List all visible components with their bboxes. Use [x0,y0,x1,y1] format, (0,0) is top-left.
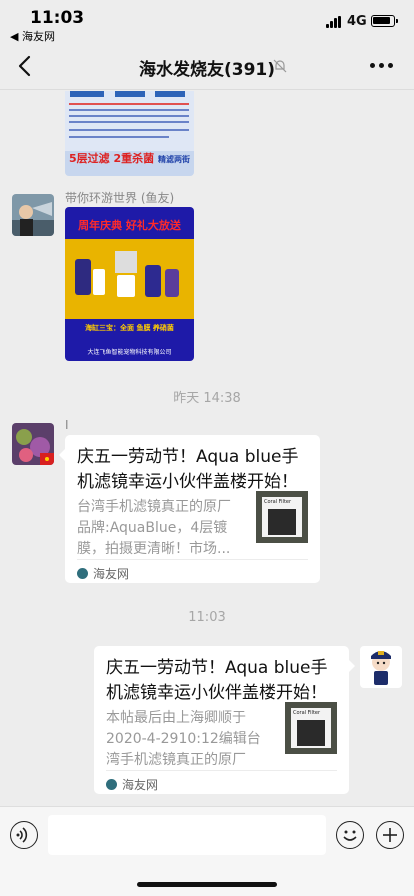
link-card[interactable]: 庆五一劳动节！Aqua blue手机滤镜幸运小伙伴盖楼开始！ 本帖最后由上海卿顺… [94,646,355,794]
timestamp: 11:03 [188,610,226,625]
poster-headline: 周年庆典 好礼大放送 [78,219,181,232]
poster-company: 大连飞鱼智能宠物科技有限公司 [87,349,172,356]
home-indicator [137,882,277,887]
link-card-source: 海友网 [106,776,158,793]
sender-name: I [65,418,69,432]
timestamp: 昨天 14:38 [173,391,241,406]
link-card-description: 台湾手机滤镜真正的原厂品牌:AquaBlue，4层镀膜，拍摄更清晰！市场... [77,499,231,557]
message-input[interactable] [48,815,326,855]
voice-input-icon[interactable] [10,821,38,849]
link-card-title: 庆五一劳动节！Aqua blue手机滤镜幸运小伙伴盖楼开始！ [77,447,299,492]
link-card[interactable]: 庆五一劳动节！Aqua blue手机滤镜幸运小伙伴盖楼开始！ 台湾手机滤镜真正的… [59,435,320,583]
source-logo-icon [106,779,117,790]
link-card-thumbnail: Coral Filter [256,491,308,543]
sender-name: 带你环游世界 (鱼友) [65,191,175,205]
product-photo [65,239,194,319]
signal-icon [326,16,342,28]
poster-subline: 海缸三宝：全面 鱼膜 养硝菌 [85,324,174,332]
status-bar: 11:03 ◀ 海友网 4G [0,0,414,44]
poster-caption: 2重杀菌 [113,152,155,165]
link-card-description: 本帖最后由上海卿顺于2020-4-2910:12编辑台湾手机滤镜真正的原厂品..… [106,710,261,768]
chat-message-list[interactable]: 5层过滤 2重杀菌 精滤两街 带你环游世界 (鱼友) 周年庆典 好礼大放送 海缸… [0,91,414,806]
poster-caption: 5层过滤 [69,152,110,165]
link-card-title: 庆五一劳动节！Aqua blue手机滤镜幸运小伙伴盖楼开始！ [106,658,328,703]
avatar[interactable] [12,194,54,236]
chat-title: 海水发烧友(391) [138,60,276,80]
link-card-thumbnail: Coral Filter [285,702,337,754]
poster-caption: 精滤两街 [158,155,190,164]
more-options-icon[interactable] [370,63,394,69]
emoji-icon[interactable] [336,821,364,849]
chat-header: 海水发烧友(391) [0,44,414,90]
back-to-app-link[interactable]: ◀ 海友网 [10,28,55,44]
thumbnail-label: Coral Filter [264,499,292,505]
source-logo-icon [77,568,88,579]
network-type: 4G [347,14,367,29]
more-functions-icon[interactable] [376,821,404,849]
battery-icon [371,15,398,27]
my-avatar[interactable] [360,646,402,688]
thumbnail-label: Coral Filter [293,710,321,716]
status-time: 11:03 [30,8,85,28]
link-card-source: 海友网 [77,565,129,582]
image-message[interactable]: 5层过滤 2重杀菌 精滤两街 [65,91,194,176]
avatar[interactable] [12,423,54,465]
image-message[interactable]: 周年庆典 好礼大放送 海缸三宝：全面 鱼膜 养硝菌 大连飞鱼智能宠物科技有限公司 [65,207,194,361]
mute-bell-icon [273,59,287,73]
